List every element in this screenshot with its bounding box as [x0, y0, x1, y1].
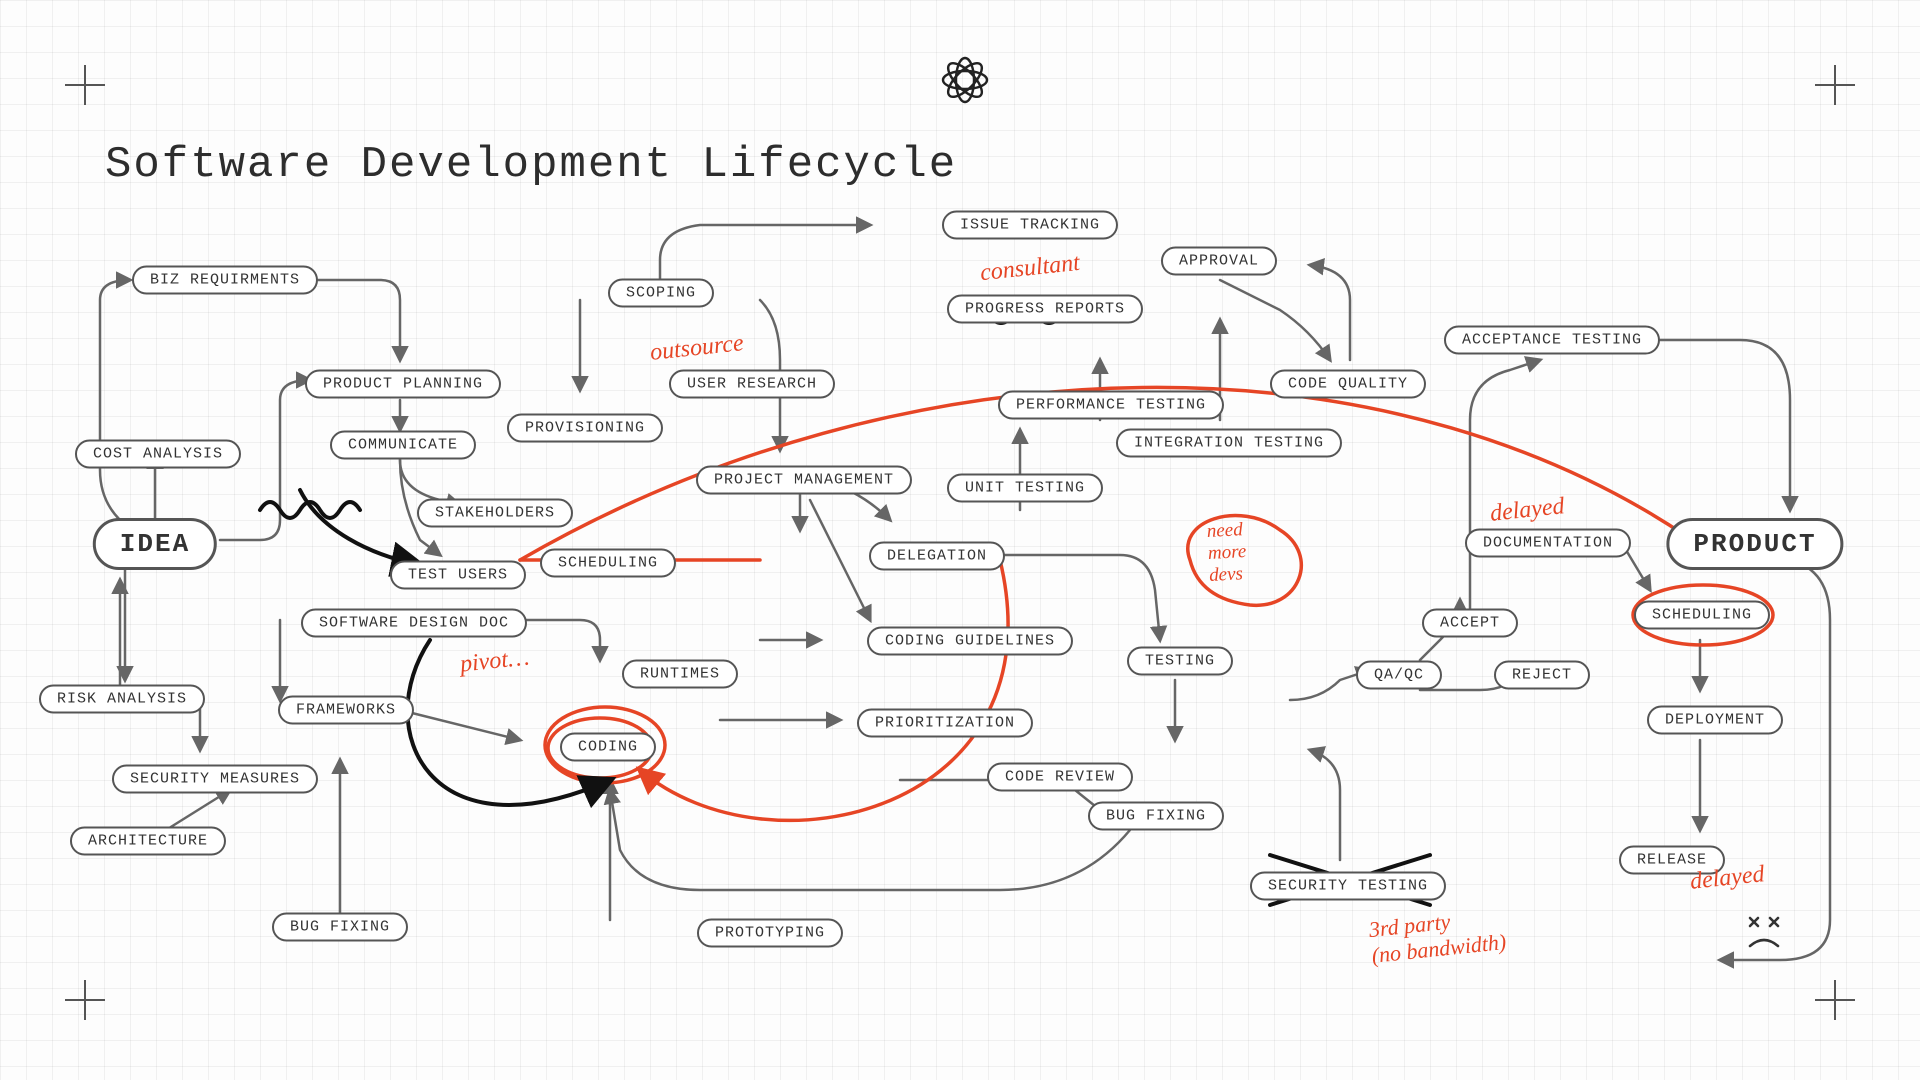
node-testing: TESTING	[1127, 647, 1233, 676]
node-accept: ACCEPT	[1422, 609, 1518, 638]
corner-cross-br	[1815, 980, 1855, 1020]
diagram-title: Software Development Lifecycle	[105, 140, 957, 190]
node-product: PRODUCT	[1666, 518, 1843, 570]
node-reject: REJECT	[1494, 661, 1590, 690]
node-risk-analysis: RISK ANALYSIS	[39, 685, 205, 714]
node-prototyping: PROTOTYPING	[697, 919, 843, 948]
node-scoping: SCOPING	[608, 279, 714, 308]
node-test-users: TEST USERS	[390, 561, 526, 590]
node-software-design-doc: SOFTWARE DESIGN DOC	[301, 609, 527, 638]
node-architecture: ARCHITECTURE	[70, 827, 226, 856]
node-approval: APPROVAL	[1161, 247, 1277, 276]
corner-cross-tr	[1815, 65, 1855, 105]
corner-cross-tl	[65, 65, 105, 105]
node-biz-requirements: BIZ REQUIRMENTS	[132, 266, 318, 295]
node-code-review: CODE REVIEW	[987, 763, 1133, 792]
node-product-planning: PRODUCT PLANNING	[305, 370, 501, 399]
node-integration-testing: INTEGRATION TESTING	[1116, 429, 1342, 458]
node-issue-tracking: ISSUE TRACKING	[942, 211, 1118, 240]
node-coding: CODING	[560, 733, 656, 762]
node-prioritization: PRIORITIZATION	[857, 709, 1033, 738]
node-cost-analysis: COST ANALYSIS	[75, 440, 241, 469]
node-delegation: DELEGATION	[869, 542, 1005, 571]
node-communicate: COMMUNICATE	[330, 431, 476, 460]
node-unit-testing: UNIT TESTING	[947, 474, 1103, 503]
sad-face-icon	[1740, 910, 1788, 962]
annot-need-more-devs: need more devs	[1206, 519, 1248, 587]
node-frameworks: FRAMEWORKS	[278, 696, 414, 725]
node-deployment: DEPLOYMENT	[1647, 706, 1783, 735]
node-qaqc: QA/QC	[1356, 661, 1442, 690]
node-security-testing: SECURITY TESTING	[1250, 872, 1446, 901]
node-coding-guidelines: CODING GUIDELINES	[867, 627, 1073, 656]
node-code-quality: CODE QUALITY	[1270, 370, 1426, 399]
node-stakeholders: STAKEHOLDERS	[417, 499, 573, 528]
node-security-measures: SECURITY MEASURES	[112, 765, 318, 794]
corner-cross-bl	[65, 980, 105, 1020]
node-project-management: PROJECT MANAGEMENT	[696, 466, 912, 495]
node-user-research: USER RESEARCH	[669, 370, 835, 399]
node-idea: IDEA	[93, 518, 217, 570]
node-scheduling-right: SCHEDULING	[1634, 601, 1770, 630]
node-provisioning: PROVISIONING	[507, 414, 663, 443]
node-bug-fixing-left: BUG FIXING	[272, 913, 408, 942]
node-documentation: DOCUMENTATION	[1465, 529, 1631, 558]
node-performance-testing: PERFORMANCE TESTING	[998, 391, 1224, 420]
node-progress-reports: PROGRESS REPORTS	[947, 295, 1143, 324]
node-bug-fixing-right: BUG FIXING	[1088, 802, 1224, 831]
node-scheduling-left: SCHEDULING	[540, 549, 676, 578]
logo-flower-icon	[940, 55, 990, 105]
node-acceptance-testing: ACCEPTANCE TESTING	[1444, 326, 1660, 355]
node-runtimes: RUNTIMES	[622, 660, 738, 689]
